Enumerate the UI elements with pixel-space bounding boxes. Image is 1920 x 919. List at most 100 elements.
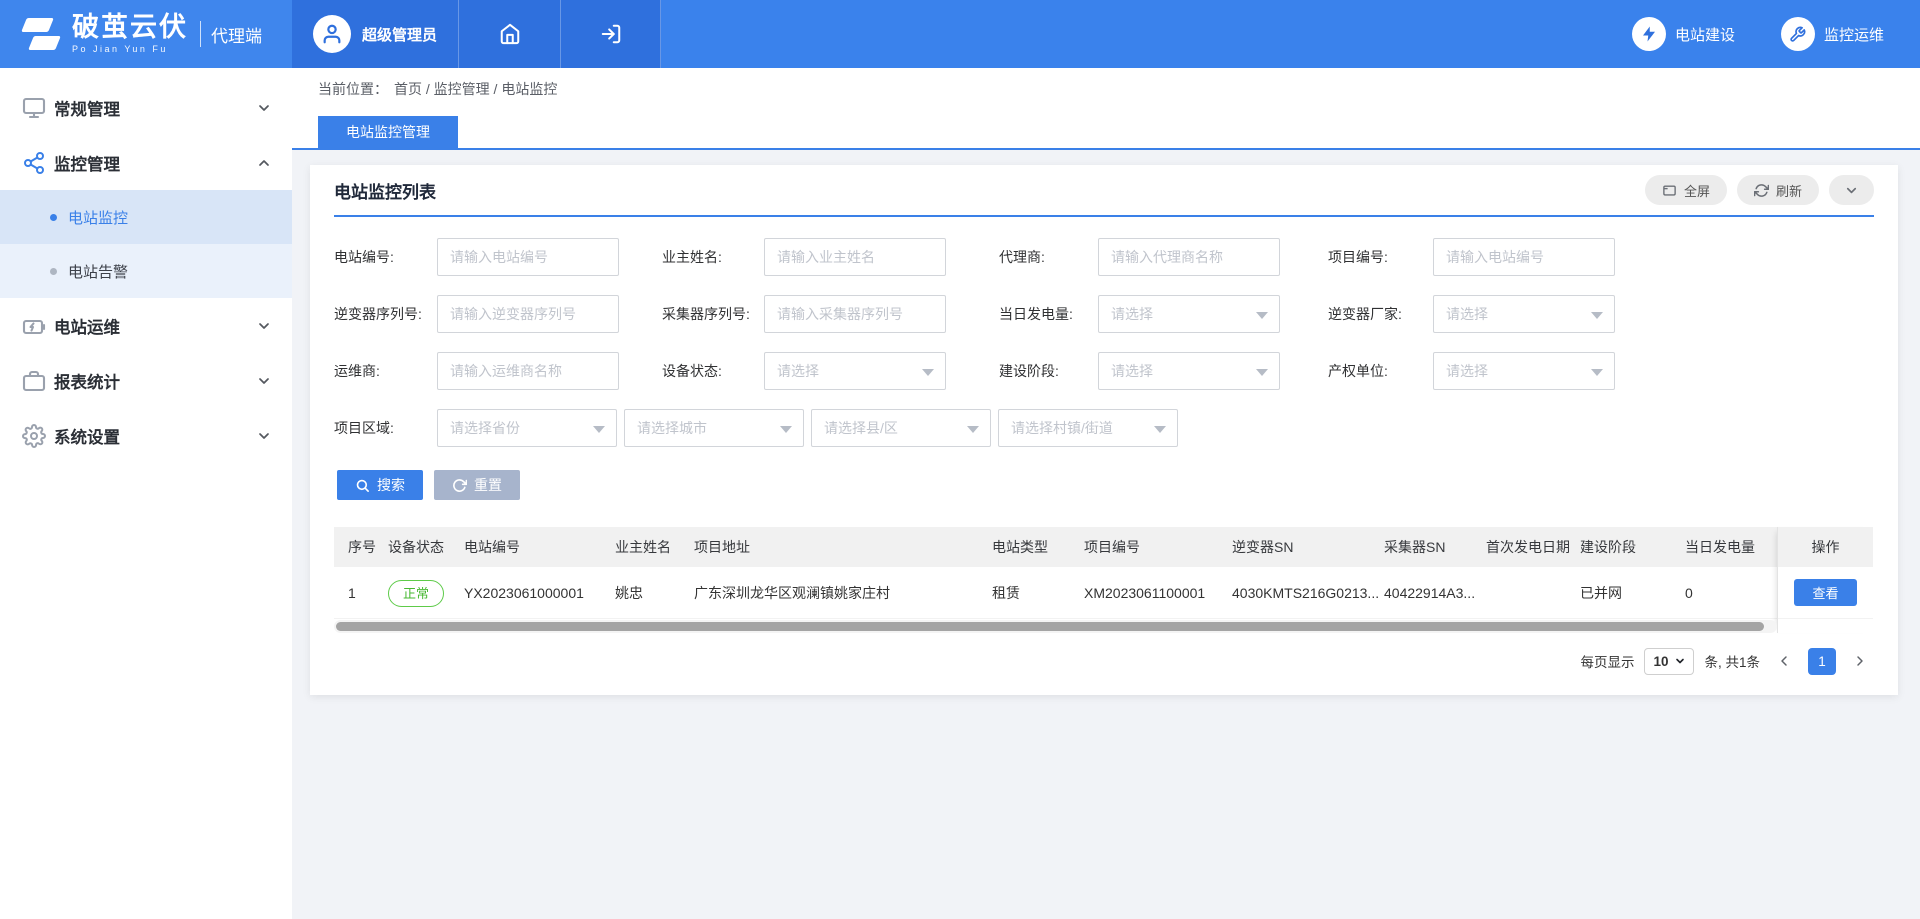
triangle-down-icon bbox=[780, 426, 792, 433]
sidebar-item-settings[interactable]: 系统设置 bbox=[0, 408, 292, 463]
town-select[interactable]: 请选择村镇/街道 bbox=[998, 409, 1178, 447]
agent-input[interactable] bbox=[1098, 238, 1280, 276]
station-table: 序号 设备状态 电站编号 业主姓名 项目地址 电站类型 项目编号 逆变器SN 采… bbox=[334, 527, 1874, 633]
cell-daily-power: 0 bbox=[1685, 567, 1777, 618]
col-collector-sn: 采集器SN bbox=[1384, 527, 1486, 567]
prev-page-button[interactable] bbox=[1770, 647, 1798, 675]
project-no-input[interactable] bbox=[1433, 238, 1615, 276]
chevron-down-icon bbox=[256, 373, 272, 389]
property-unit-select[interactable]: 请选择 bbox=[1433, 352, 1615, 390]
fullscreen-button[interactable]: 全屏 bbox=[1645, 175, 1727, 205]
collapse-button[interactable] bbox=[1829, 175, 1874, 205]
breadcrumb-path[interactable]: 首页 / 监控管理 / 电站监控 bbox=[394, 79, 557, 99]
monitor-icon bbox=[22, 96, 46, 120]
per-page-select[interactable]: 10 bbox=[1644, 648, 1694, 675]
horizontal-scrollbar[interactable] bbox=[334, 620, 1777, 633]
filter-field-region: 项目区域: 请选择省份 请选择城市 请选择县/区 bbox=[334, 409, 1185, 447]
province-select[interactable]: 请选择省份 bbox=[437, 409, 617, 447]
user-menu[interactable]: 超级管理员 bbox=[292, 0, 459, 68]
main-area: 当前位置： 首页 / 监控管理 / 电站监控 电站监控管理 电站监控列表 全屏 … bbox=[292, 68, 1920, 919]
filter-field-daily-power: 当日发电量: 请选择 bbox=[999, 295, 1280, 333]
logout-button[interactable] bbox=[561, 0, 661, 68]
owner-name-input[interactable] bbox=[764, 238, 946, 276]
filter-field-collector-sn: 采集器序列号: bbox=[662, 295, 946, 333]
filter-form: 电站编号: 业主姓名: 代理商: 项目编号: bbox=[334, 217, 1874, 500]
county-select[interactable]: 请选择县/区 bbox=[811, 409, 991, 447]
chevron-left-icon bbox=[1776, 653, 1792, 669]
network-icon bbox=[22, 151, 46, 175]
logo-icon bbox=[16, 13, 64, 55]
filter-field-build-stage: 建设阶段: 请选择 bbox=[999, 352, 1280, 390]
col-daily-power: 当日发电量 bbox=[1685, 527, 1777, 567]
filter-field-project-no: 项目编号: bbox=[1328, 238, 1615, 276]
chevron-down-icon bbox=[256, 318, 272, 334]
filter-label: 运维商: bbox=[334, 361, 437, 381]
page-1-button[interactable]: 1 bbox=[1808, 648, 1836, 675]
dot-icon bbox=[50, 268, 57, 275]
refresh-button[interactable]: 刷新 bbox=[1737, 175, 1819, 205]
cell-project-no: XM2023061100001 bbox=[1084, 567, 1232, 618]
sidebar-subitem-station-alarm[interactable]: 电站告警 bbox=[0, 244, 292, 298]
view-button[interactable]: 查看 bbox=[1794, 579, 1857, 606]
triangle-down-icon bbox=[593, 426, 605, 433]
wrench-icon bbox=[1789, 26, 1806, 43]
triangle-down-icon bbox=[1591, 312, 1603, 319]
sidebar-item-reports[interactable]: 报表统计 bbox=[0, 353, 292, 408]
collector-sn-input[interactable] bbox=[764, 295, 946, 333]
filter-label: 逆变器厂家: bbox=[1328, 304, 1433, 324]
filter-field-inverter-maker: 逆变器厂家: 请选择 bbox=[1328, 295, 1615, 333]
inverter-sn-input[interactable] bbox=[437, 295, 619, 333]
sidebar-item-label: 报表统计 bbox=[54, 369, 120, 393]
build-stage-select[interactable]: 请选择 bbox=[1098, 352, 1280, 390]
module-station-build[interactable]: 电站建设 bbox=[1632, 17, 1735, 51]
sidebar-item-station-ops[interactable]: 电站运维 bbox=[0, 298, 292, 353]
sidebar-item-general[interactable]: 常规管理 bbox=[0, 80, 292, 135]
tab-station-monitor-mgmt[interactable]: 电站监控管理 bbox=[318, 116, 458, 148]
device-status-select[interactable]: 请选择 bbox=[764, 352, 946, 390]
reset-button[interactable]: 重置 bbox=[434, 470, 520, 500]
filter-label: 逆变器序列号: bbox=[334, 304, 437, 324]
ops-vendor-input[interactable] bbox=[437, 352, 619, 390]
filter-field-owner-name: 业主姓名: bbox=[662, 238, 946, 276]
filter-field-property-unit: 产权单位: 请选择 bbox=[1328, 352, 1615, 390]
app-root: 破茧云伏 Po Jian Yun Fu 代理端 超级管理员 bbox=[0, 0, 1920, 919]
home-icon bbox=[499, 23, 521, 45]
city-select[interactable]: 请选择城市 bbox=[624, 409, 804, 447]
logo-area: 破茧云伏 Po Jian Yun Fu 代理端 bbox=[0, 0, 292, 68]
cell-inverter-sn: 4030KMTS216G0213... bbox=[1232, 567, 1384, 618]
sidebar-item-label: 监控管理 bbox=[54, 151, 120, 175]
daily-power-select[interactable]: 请选择 bbox=[1098, 295, 1280, 333]
breadcrumb-prefix: 当前位置： bbox=[318, 79, 388, 99]
home-button[interactable] bbox=[459, 0, 561, 68]
sidebar-item-label: 电站运维 bbox=[54, 314, 120, 338]
reset-icon bbox=[452, 478, 467, 493]
next-page-button[interactable] bbox=[1846, 647, 1874, 675]
sidebar-item-label: 系统设置 bbox=[54, 424, 120, 448]
refresh-icon bbox=[1754, 183, 1769, 198]
triangle-down-icon bbox=[922, 369, 934, 376]
portal-label: 代理端 bbox=[211, 22, 262, 47]
triangle-down-icon bbox=[967, 426, 979, 433]
total-label: 条, 共1条 bbox=[1704, 651, 1760, 671]
cell-stage: 已并网 bbox=[1580, 567, 1685, 618]
col-index: 序号 bbox=[334, 527, 388, 567]
col-device-status: 设备状态 bbox=[388, 527, 464, 567]
cell-index: 1 bbox=[334, 567, 388, 618]
search-button[interactable]: 搜索 bbox=[337, 470, 423, 500]
cell-type: 租赁 bbox=[992, 567, 1084, 618]
sidebar-subitem-label: 电站告警 bbox=[68, 261, 128, 282]
filter-label: 产权单位: bbox=[1328, 361, 1433, 381]
module-monitor-ops[interactable]: 监控运维 bbox=[1781, 17, 1884, 51]
per-page-label: 每页显示 bbox=[1580, 651, 1634, 671]
tab-bar: 电站监控管理 bbox=[292, 110, 1920, 150]
scrollbar-thumb[interactable] bbox=[336, 622, 1764, 631]
sidebar-item-monitor[interactable]: 监控管理 bbox=[0, 135, 292, 190]
sidebar-subitem-station-monitor[interactable]: 电站监控 bbox=[0, 190, 292, 244]
filter-label: 电站编号: bbox=[334, 247, 437, 267]
module-label: 监控运维 bbox=[1824, 24, 1884, 45]
station-no-input[interactable] bbox=[437, 238, 619, 276]
filter-field-ops-vendor: 运维商: bbox=[334, 352, 619, 390]
triangle-down-icon bbox=[1591, 369, 1603, 376]
topbar-modules: 电站建设 监控运维 bbox=[1632, 0, 1920, 68]
inverter-maker-select[interactable]: 请选择 bbox=[1433, 295, 1615, 333]
